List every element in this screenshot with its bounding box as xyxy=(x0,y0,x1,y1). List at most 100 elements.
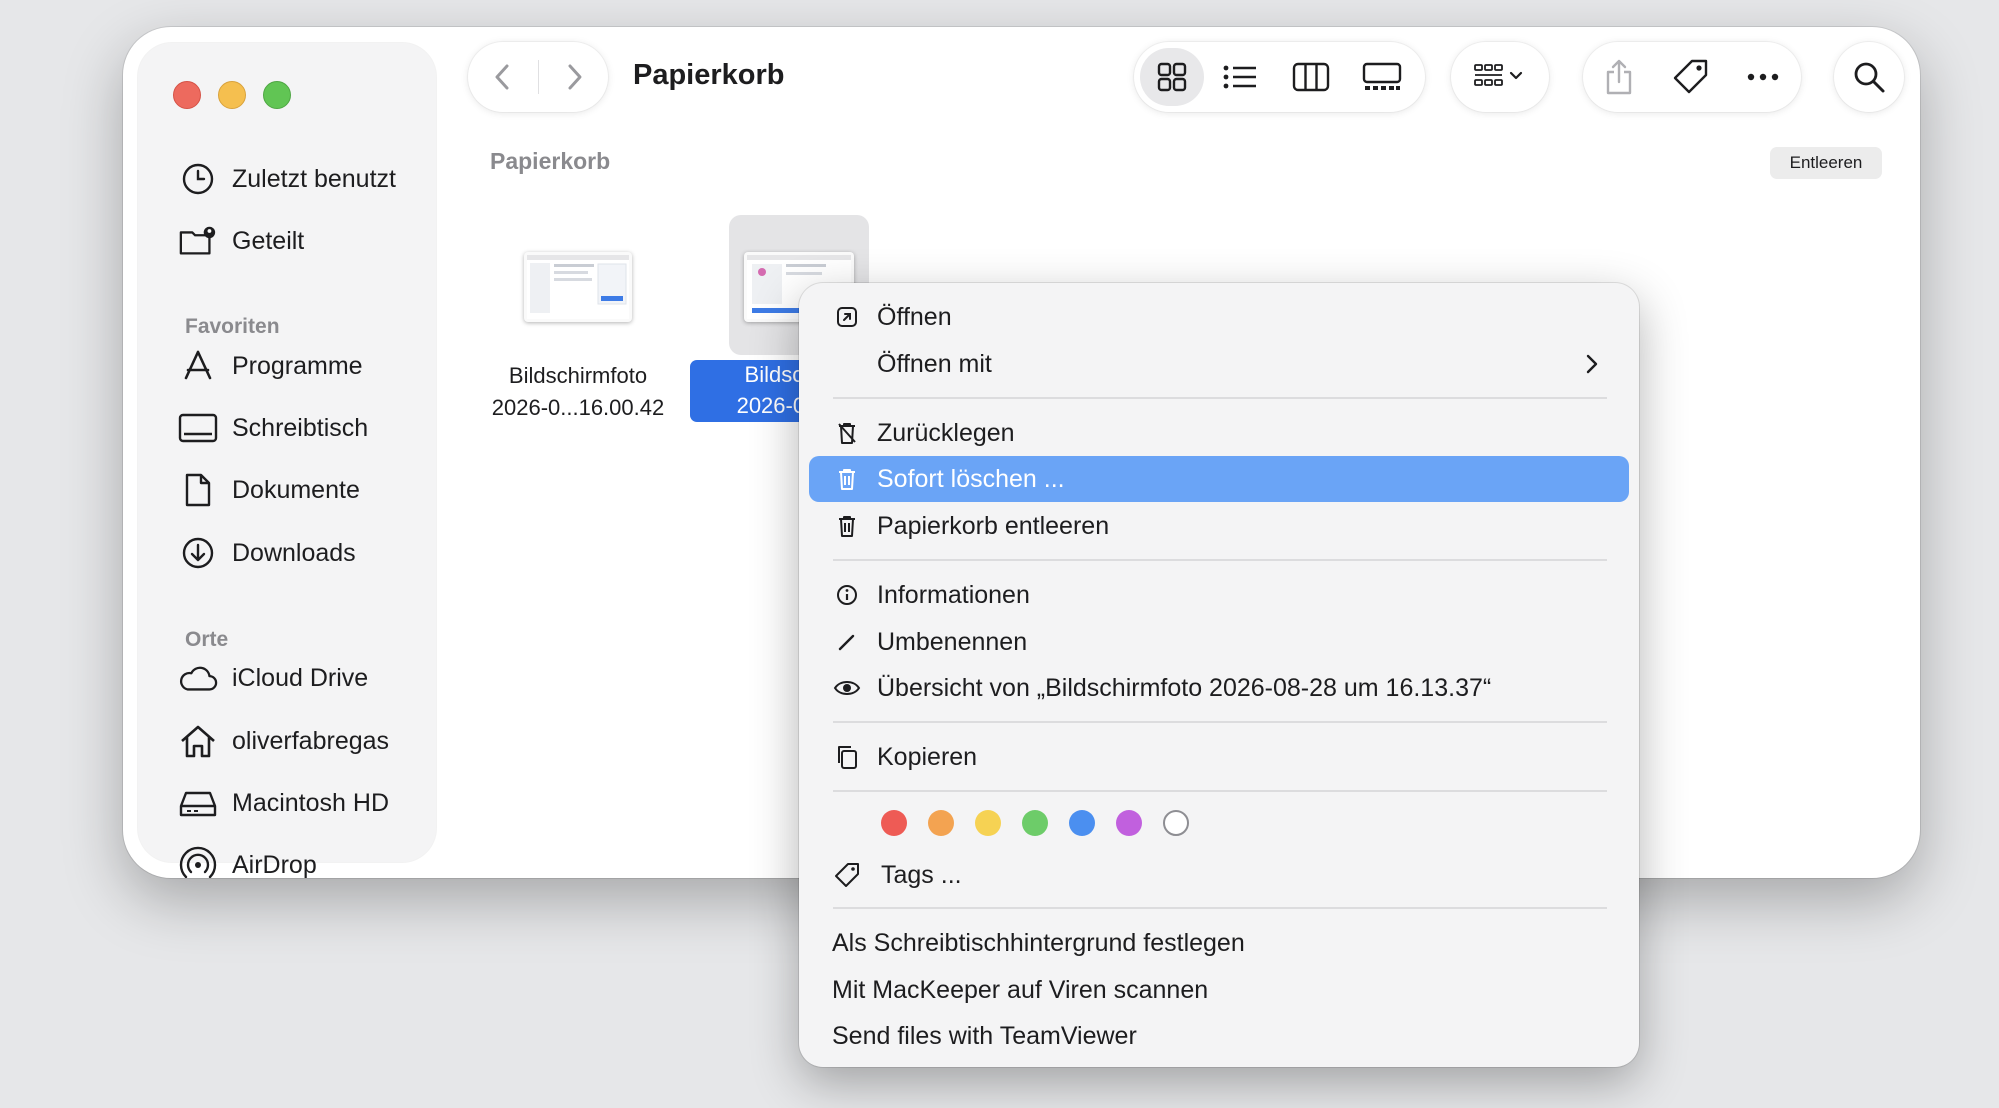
trash-icon xyxy=(817,467,877,491)
menu-item-delete-now[interactable]: Sofort löschen ... xyxy=(809,456,1629,502)
empty-trash-button[interactable]: Entleeren xyxy=(1770,147,1882,179)
tag-icon xyxy=(1673,59,1708,94)
sidebar-item-documents[interactable]: Dokumente xyxy=(178,466,428,514)
column-view-button[interactable] xyxy=(1276,42,1346,112)
sidebar-item-label: oliverfabregas xyxy=(232,726,390,755)
document-icon xyxy=(178,470,218,510)
list-view-button[interactable] xyxy=(1204,42,1276,112)
tag-color-blue[interactable] xyxy=(1069,810,1095,836)
disk-icon xyxy=(178,783,218,823)
view-mode-group xyxy=(1134,42,1425,112)
sidebar: Zuletzt benutzt Geteilt Favoriten Progra… xyxy=(138,43,436,878)
navigation-group xyxy=(468,42,608,112)
sidebar-item-icloud[interactable]: iCloud Drive xyxy=(178,654,428,702)
menu-item-mackeeper[interactable]: Mit MacKeeper auf Viren scannen xyxy=(809,967,1629,1013)
search-button[interactable] xyxy=(1834,42,1904,112)
sidebar-item-label: iCloud Drive xyxy=(232,663,369,692)
info-icon xyxy=(817,584,877,606)
menu-item-rename[interactable]: Umbenennen xyxy=(809,619,1629,665)
share-icon xyxy=(1606,59,1632,95)
icon-view-button[interactable] xyxy=(1140,48,1204,106)
sidebar-item-label: AirDrop xyxy=(232,850,317,879)
menu-separator xyxy=(833,790,1607,792)
menu-separator xyxy=(833,397,1607,399)
list-view-icon xyxy=(1223,65,1256,89)
sidebar-item-downloads[interactable]: Downloads xyxy=(178,529,428,577)
applications-icon xyxy=(178,346,218,386)
sidebar-item-home[interactable]: oliverfabregas xyxy=(178,717,428,765)
cloud-icon xyxy=(178,658,218,698)
open-icon xyxy=(817,306,877,328)
menu-separator xyxy=(833,907,1607,909)
gallery-view-button[interactable] xyxy=(1346,42,1418,112)
file-thumbnail xyxy=(524,252,632,322)
sidebar-item-recents[interactable]: Zuletzt benutzt xyxy=(178,155,428,203)
column-view-icon xyxy=(1292,62,1330,92)
sidebar-item-label: Dokumente xyxy=(232,475,360,504)
back-button[interactable] xyxy=(468,42,538,112)
menu-item-open[interactable]: Öffnen xyxy=(809,294,1629,340)
chevron-left-icon xyxy=(495,64,509,90)
menu-item-info[interactable]: Informationen xyxy=(809,572,1629,618)
trash-icon xyxy=(817,514,877,538)
sidebar-item-label: Macintosh HD xyxy=(232,788,389,817)
window-title: Papierkorb xyxy=(633,59,785,91)
menu-item-copy[interactable]: Kopieren xyxy=(809,734,1629,780)
download-icon xyxy=(178,533,218,573)
menu-item-set-wallpaper[interactable]: Als Schreibtischhintergrund festlegen xyxy=(809,920,1629,966)
menu-separator xyxy=(833,721,1607,723)
tag-color-purple[interactable] xyxy=(1116,810,1142,836)
put-back-icon xyxy=(817,421,877,445)
menu-item-put-back[interactable]: Zurücklegen xyxy=(809,410,1629,456)
sidebar-item-label: Zuletzt benutzt xyxy=(232,164,396,193)
eye-icon xyxy=(817,678,877,698)
gallery-view-icon xyxy=(1362,62,1402,90)
sidebar-item-airdrop[interactable]: AirDrop xyxy=(178,841,428,878)
desktop-icon xyxy=(178,408,218,448)
close-window-button[interactable] xyxy=(173,81,201,109)
sidebar-item-label: Geteilt xyxy=(232,226,305,255)
clock-icon xyxy=(178,159,218,199)
path-label: Papierkorb xyxy=(490,148,611,174)
sidebar-item-shared[interactable]: Geteilt xyxy=(178,217,428,265)
menu-item-quicklook[interactable]: Übersicht von „Bildschirmfoto 2026-08-28… xyxy=(809,665,1629,711)
menu-separator xyxy=(833,559,1607,561)
tag-button[interactable] xyxy=(1655,42,1727,112)
tag-icon xyxy=(817,862,877,888)
menu-item-empty-trash[interactable]: Papierkorb entleeren xyxy=(809,503,1629,549)
more-icon xyxy=(1747,73,1779,81)
zoom-window-button[interactable] xyxy=(263,81,291,109)
minimize-window-button[interactable] xyxy=(218,81,246,109)
menu-item-tags[interactable]: Tags ... xyxy=(809,852,1629,898)
pencil-icon xyxy=(817,631,877,653)
copy-icon xyxy=(817,744,877,770)
shared-folder-icon xyxy=(178,221,218,261)
sidebar-item-label: Programme xyxy=(232,351,363,380)
tag-color-yellow[interactable] xyxy=(975,810,1001,836)
menu-item-open-with[interactable]: Öffnen mit xyxy=(809,341,1629,387)
more-button[interactable] xyxy=(1727,42,1799,112)
tag-color-green[interactable] xyxy=(1022,810,1048,836)
search-icon xyxy=(1854,62,1885,93)
group-by-button[interactable] xyxy=(1451,42,1549,112)
tag-color-orange[interactable] xyxy=(928,810,954,836)
airdrop-icon xyxy=(178,845,218,878)
favorites-heading: Favoriten xyxy=(185,315,280,338)
home-icon xyxy=(178,721,218,761)
sidebar-item-label: Downloads xyxy=(232,538,356,567)
sidebar-item-macintosh-hd[interactable]: Macintosh HD xyxy=(178,779,428,827)
tag-color-gray[interactable] xyxy=(1163,810,1189,836)
chevron-right-icon xyxy=(568,64,581,90)
menu-item-teamviewer[interactable]: Send files with TeamViewer xyxy=(809,1013,1629,1059)
forward-button[interactable] xyxy=(539,42,608,112)
context-menu: Öffnen Öffnen mit Zurücklegen Sofort lös… xyxy=(799,283,1639,1067)
tag-color-red[interactable] xyxy=(881,810,907,836)
sidebar-item-label: Schreibtisch xyxy=(232,413,369,442)
group-by-icon xyxy=(1474,64,1523,86)
locations-heading: Orte xyxy=(185,628,229,651)
actions-group xyxy=(1583,42,1801,112)
share-button[interactable] xyxy=(1583,42,1655,112)
sidebar-item-applications[interactable]: Programme xyxy=(178,342,428,390)
sidebar-item-desktop[interactable]: Schreibtisch xyxy=(178,404,428,452)
icon-view-icon xyxy=(1157,62,1187,92)
